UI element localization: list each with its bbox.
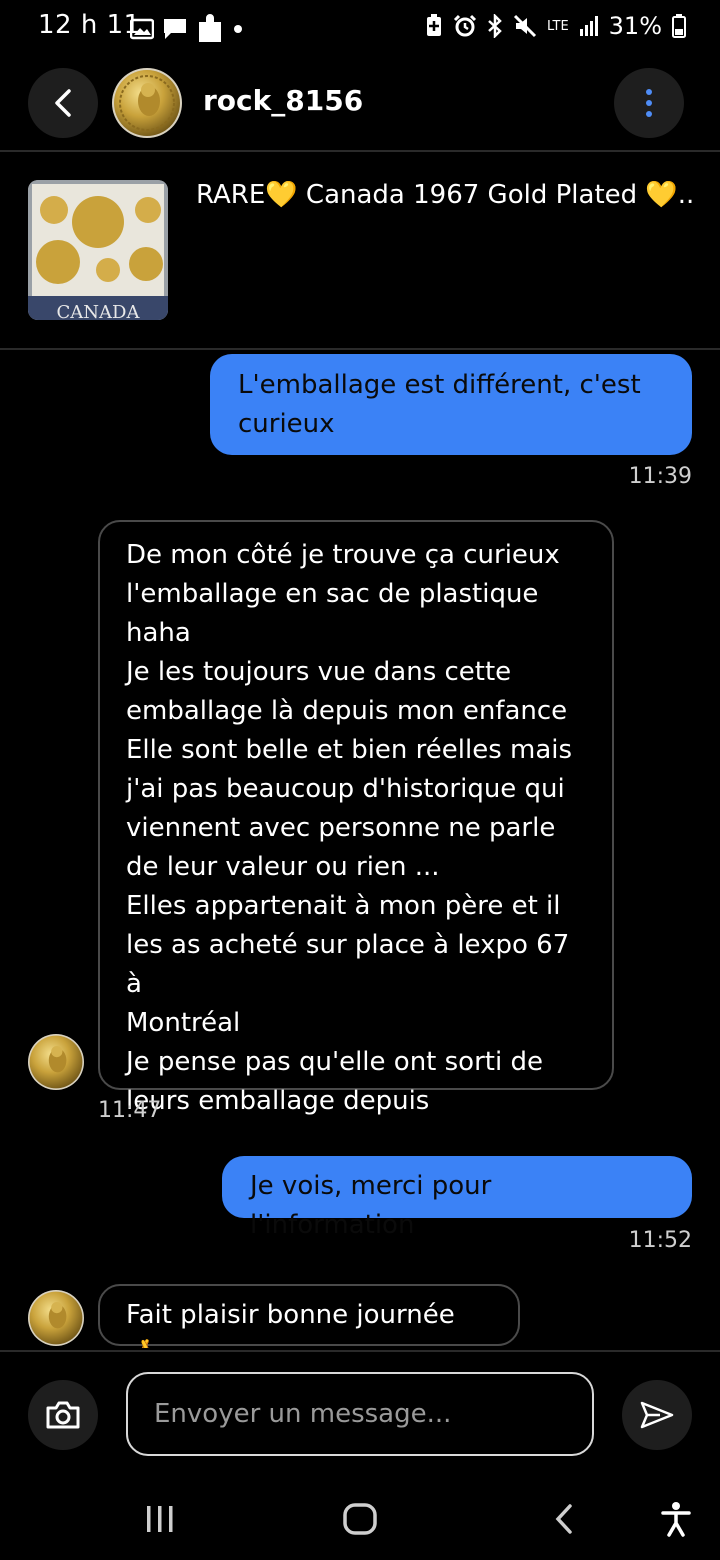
avatar[interactable]	[112, 68, 182, 138]
message-time: 11:47	[98, 1098, 162, 1123]
message-line: Fait plaisir bonne journée 🤞	[126, 1300, 455, 1348]
message-composer	[0, 1350, 720, 1474]
message-line: les as acheté sur place à lexpo 67 à	[126, 930, 570, 999]
message-notification-icon	[164, 19, 186, 39]
send-icon	[640, 1401, 674, 1429]
signal-icon	[579, 16, 598, 36]
system-navigation-bar	[0, 1474, 720, 1560]
message-list[interactable]: L'emballage est différent, c'est curieux…	[0, 352, 720, 1348]
gold-coin-avatar-image	[112, 68, 182, 138]
message-line: Je pense pas qu'elle ont sorti de	[126, 1047, 543, 1077]
vertical-dots-icon	[646, 89, 652, 117]
accessibility-icon	[661, 1502, 691, 1537]
message-time: 11:52	[628, 1228, 692, 1253]
nav-accessibility-button[interactable]	[646, 1494, 706, 1544]
battery-icon	[672, 14, 686, 38]
battery-percent: 31%	[608, 12, 662, 40]
gallery-notification-icon	[130, 18, 154, 40]
camera-button[interactable]	[28, 1380, 98, 1450]
message-line: De mon côté je trouve ça curieux	[126, 540, 560, 570]
message-line: emballage là depuis mon enfance	[126, 696, 568, 726]
chevron-left-icon	[55, 89, 71, 117]
recents-icon	[147, 1506, 173, 1532]
outgoing-message-bubble[interactable]: L'emballage est différent, c'est curieux	[210, 354, 692, 455]
message-line: Je vois, merci pour l'information	[250, 1171, 492, 1240]
gold-coin-avatar-image	[28, 1290, 84, 1346]
status-notification-icons	[130, 14, 244, 44]
bluetooth-icon	[488, 14, 502, 38]
status-right-icons: LTE 31%	[425, 12, 686, 40]
back-button[interactable]	[28, 68, 98, 138]
message-line: viennent avec personne ne parle	[126, 813, 556, 843]
nav-home-button[interactable]	[330, 1494, 390, 1544]
status-time: 12 h 11	[38, 10, 141, 40]
listing-thumbnail[interactable]: CANADA	[28, 180, 168, 320]
coin-set-image: CANADA	[28, 180, 168, 320]
battery-saver-icon	[427, 14, 442, 36]
incoming-message-bubble[interactable]: Fait plaisir bonne journée 🤞	[98, 1284, 520, 1348]
gold-coin-avatar-image	[28, 1034, 84, 1090]
message-line: j'ai pas beaucoup d'historique qui	[126, 774, 565, 804]
message-line: de leur valeur ou rien ...	[126, 852, 440, 882]
message-line: curieux	[238, 409, 335, 439]
conversation-header: rock_8156	[0, 56, 720, 152]
message-line: l'emballage en sac de plastique	[126, 579, 539, 609]
sender-avatar[interactable]	[28, 1290, 84, 1346]
message-line: Elle sont belle et bien réelles mais	[126, 735, 573, 765]
alarm-icon	[453, 14, 477, 37]
outgoing-message-bubble[interactable]: Je vois, merci pour l'information	[222, 1156, 692, 1240]
message-line: haha	[126, 618, 191, 648]
puzzle-notification-icon	[199, 14, 221, 42]
message-line: Elles appartenait à mon père et il	[126, 891, 561, 921]
message-line: L'emballage est différent, c'est	[238, 370, 641, 400]
send-button[interactable]	[622, 1380, 692, 1450]
nav-back-button[interactable]	[534, 1494, 594, 1544]
home-icon	[343, 1503, 377, 1535]
message-time: 11:39	[628, 464, 692, 489]
mute-icon	[513, 14, 537, 38]
thumb-banner-text: CANADA	[57, 302, 141, 320]
username[interactable]: rock_8156	[203, 84, 363, 117]
message-input[interactable]	[126, 1372, 594, 1456]
message-line: leurs emballage depuis	[126, 1086, 430, 1116]
nav-back-icon	[555, 1504, 572, 1534]
more-notifications-dot-icon	[234, 25, 242, 33]
listing-title[interactable]: RARE💛 Canada 1967 Gold Plated 💛...	[196, 180, 696, 210]
message-line: Je les toujours vue dans cette	[126, 657, 512, 687]
more-options-button[interactable]	[614, 68, 684, 138]
incoming-message-bubble[interactable]: De mon côté je trouve ça curieux l'embal…	[98, 520, 614, 1116]
camera-icon	[46, 1401, 80, 1429]
nav-recents-button[interactable]	[130, 1494, 190, 1544]
sender-avatar[interactable]	[28, 1034, 84, 1090]
message-line: Montréal	[126, 1008, 241, 1038]
network-type: LTE	[547, 18, 569, 34]
listing-preview[interactable]: CANADA RARE💛 Canada 1967 Gold Plated 💛..…	[0, 154, 720, 350]
status-bar: 12 h 11 LTE 31%	[0, 0, 720, 56]
